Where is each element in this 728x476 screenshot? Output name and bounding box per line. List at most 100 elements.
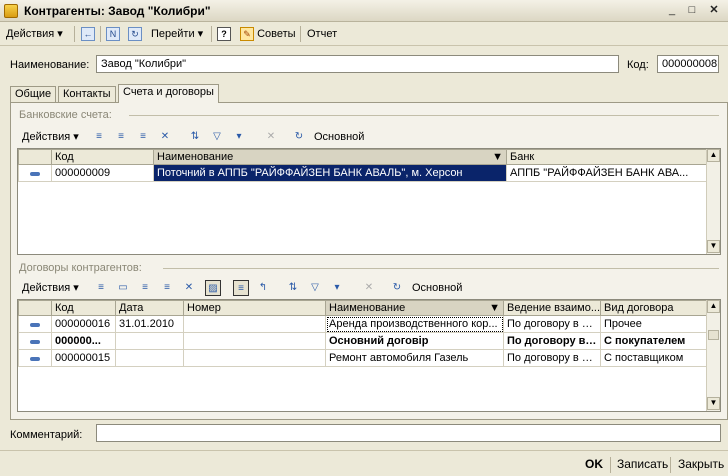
structure-button[interactable]: N	[103, 25, 123, 43]
bank-main-button[interactable]: Основной	[311, 128, 367, 146]
scroll-down-icon[interactable]: ▼	[707, 240, 720, 253]
bank-accounts-section-title: Банковские счета:	[19, 109, 112, 121]
maximize-button[interactable]: □	[684, 4, 700, 18]
table-row[interactable]: 000000016 31.01.2010 Аренда производстве…	[18, 315, 707, 333]
bank-col-bank[interactable]: Банк	[506, 149, 707, 165]
scroll-down-icon[interactable]: ▼	[707, 397, 720, 410]
app-icon	[4, 4, 18, 18]
refresh-list-icon[interactable]: ↻	[291, 129, 307, 145]
code-input[interactable]: 000000008	[657, 55, 719, 73]
tips-button[interactable]: ✎ Советы	[237, 25, 299, 43]
scroll-up-icon[interactable]: ▲	[707, 300, 720, 313]
table-cell[interactable]: Ремонт автомобиля Газель	[325, 349, 504, 367]
contracts-actions-menu[interactable]: Действия ▾	[19, 279, 82, 297]
tab-panel: Банковские счета: Действия ▾ ≡ ≡ ≡ ✕ ⇅ ▽…	[10, 102, 728, 420]
clear-filter-icon[interactable]: ✕	[361, 280, 377, 296]
sort-desc-icon: ▼	[492, 151, 503, 163]
refresh-list-icon[interactable]: ↻	[389, 280, 405, 296]
row-marker	[18, 315, 52, 333]
actions-menu[interactable]: Действия ▾	[3, 25, 66, 43]
save-button[interactable]: Записать	[617, 456, 668, 472]
mark-delete-icon[interactable]: ▨	[205, 280, 221, 296]
table-cell[interactable]: 31.01.2010	[115, 315, 184, 333]
scroll-thumb[interactable]	[708, 330, 719, 340]
table-cell[interactable]: С покупателем	[600, 332, 707, 350]
contracts-col-mode[interactable]: Ведение взаимо...	[503, 300, 601, 316]
table-cell[interactable]: Аренда производственного кор...	[325, 315, 504, 333]
tab-general[interactable]: Общие	[10, 86, 57, 102]
contracts-main-button[interactable]: Основной	[409, 279, 465, 297]
bottom-bar: OK Записать Закрыть	[0, 450, 728, 476]
refresh-button[interactable]: ↻	[125, 25, 145, 43]
add-folder-icon[interactable]: ▭	[115, 280, 131, 296]
bank-col-code[interactable]: Код	[51, 149, 154, 165]
sort-icon[interactable]: ⇅	[187, 129, 203, 145]
edit-row-icon[interactable]: ≡	[159, 280, 175, 296]
contracts-col-code[interactable]: Код	[51, 300, 116, 316]
delete-row-icon[interactable]: ✕	[157, 129, 173, 145]
copy-row-icon[interactable]: ≡	[137, 280, 153, 296]
table-cell[interactable]	[183, 349, 326, 367]
tab-contacts[interactable]: Контакты	[58, 86, 116, 102]
goto-menu[interactable]: Перейти ▾	[148, 25, 206, 43]
copy-row-icon[interactable]: ≡	[135, 129, 151, 145]
back-button[interactable]: ←	[78, 25, 98, 43]
refresh-icon: ↻	[128, 27, 142, 42]
bank-col-name[interactable]: Наименование ▼	[153, 149, 507, 165]
report-button[interactable]: Отчет	[304, 25, 340, 43]
filter-icon[interactable]: ▽	[307, 280, 323, 296]
table-cell[interactable]: По договору в ц...	[503, 315, 601, 333]
table-row[interactable]: 000000015 Ремонт автомобиля Газель По до…	[18, 349, 707, 367]
sort-icon[interactable]: ⇅	[285, 280, 301, 296]
table-cell[interactable]: 000000016	[51, 315, 116, 333]
contracts-grid-scrollbar[interactable]: ▲ ▼	[706, 300, 720, 411]
contracts-section-title: Договоры контрагентов:	[19, 262, 142, 274]
minimize-button[interactable]: _	[664, 4, 680, 18]
table-cell[interactable]	[183, 315, 326, 333]
filter-list-icon[interactable]: ▾	[329, 280, 345, 296]
name-input[interactable]: Завод "Колибри"	[96, 55, 619, 73]
bank-actions-menu[interactable]: Действия ▾	[19, 128, 82, 146]
table-cell[interactable]: По договору в ц...	[503, 349, 601, 367]
contracts-col-number[interactable]: Номер	[183, 300, 326, 316]
goto-label: Перейти	[151, 28, 195, 40]
report-label: Отчет	[307, 28, 338, 40]
add-row-icon[interactable]: ≡	[93, 280, 109, 296]
table-row[interactable]: 000000009 Поточний в АППБ "РАЙФФАЙЗЕН БА…	[18, 164, 707, 182]
table-cell[interactable]: Прочее	[600, 315, 707, 333]
help-button[interactable]: ?	[214, 25, 234, 43]
table-cell[interactable]: С поставщиком	[600, 349, 707, 367]
clear-filter-icon[interactable]: ✕	[263, 129, 279, 145]
scroll-up-icon[interactable]: ▲	[707, 149, 720, 162]
hierarchy-icon[interactable]: ≡	[233, 280, 249, 296]
contracts-col-name[interactable]: Наименование ▼	[325, 300, 504, 316]
add-row-icon[interactable]: ≡	[91, 129, 107, 145]
table-cell[interactable]	[115, 349, 184, 367]
delete-row-icon[interactable]: ✕	[181, 280, 197, 296]
close-button[interactable]: Закрыть	[678, 456, 724, 472]
add-group-icon[interactable]: ≡	[113, 129, 129, 145]
level-up-icon[interactable]: ↰	[255, 280, 271, 296]
bank-actions-label: Действия	[22, 131, 71, 143]
close-window-button[interactable]: ✕	[706, 4, 722, 18]
table-cell[interactable]: Основний договір	[325, 332, 504, 350]
table-cell[interactable]	[115, 332, 184, 350]
comment-input[interactable]	[96, 424, 721, 442]
table-cell[interactable]: 000000015	[51, 349, 116, 367]
table-cell[interactable]	[183, 332, 326, 350]
table-cell[interactable]: 000000...	[51, 332, 116, 350]
tab-accounts-contracts[interactable]: Счета и договоры	[118, 84, 219, 103]
filter-icon[interactable]: ▽	[209, 129, 225, 145]
table-cell[interactable]: Поточний в АППБ "РАЙФФАЙЗЕН БАНК АВАЛЬ",…	[153, 164, 507, 182]
actions-label: Действия	[6, 28, 55, 40]
window-title: Контрагенты: Завод "Колибри"	[24, 4, 211, 18]
table-cell[interactable]: По договору в ...	[503, 332, 601, 350]
filter-list-icon[interactable]: ▾	[231, 129, 247, 145]
table-row[interactable]: 000000... Основний договір По договору в…	[18, 332, 707, 350]
table-cell[interactable]: АППБ "РАЙФФАЙЗЕН БАНК АВА...	[506, 164, 707, 182]
contracts-col-date[interactable]: Дата	[115, 300, 184, 316]
table-cell[interactable]: 000000009	[51, 164, 154, 182]
ok-button[interactable]: OK	[585, 456, 603, 472]
bank-grid-scrollbar[interactable]: ▲ ▼	[706, 149, 720, 254]
contracts-col-kind[interactable]: Вид договора	[600, 300, 707, 316]
